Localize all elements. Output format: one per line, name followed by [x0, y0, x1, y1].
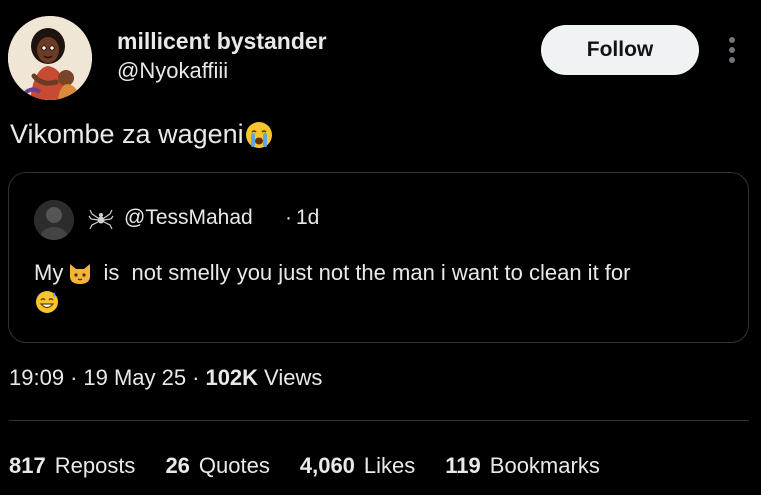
post-date[interactable]: 19 May 25: [83, 365, 186, 391]
grinning-face-with-sweat-icon: [36, 291, 58, 313]
views-label: Views: [264, 365, 323, 390]
quoted-post-card[interactable]: @TessMahad · 1d My is not smelly you jus…: [8, 172, 749, 343]
likes-stat[interactable]: 4,060 Likes: [300, 453, 415, 479]
quote-text-suffix: is not smelly you just not the man i wan…: [97, 260, 631, 285]
quote-author-handle[interactable]: @TessMahad: [124, 206, 253, 230]
bookmarks-stat[interactable]: 119 Bookmarks: [445, 453, 600, 479]
post-meta-row: 19:09 · 19 May 25 · 102K Views: [9, 365, 322, 391]
author-name[interactable]: millicent bystander: [117, 28, 327, 55]
post-time[interactable]: 19:09: [9, 365, 64, 391]
quote-text: My is not smelly you just not the man i …: [34, 257, 734, 315]
spider-icon: [88, 206, 114, 232]
quote-separator: ·: [285, 206, 292, 229]
cat-face-icon: [70, 264, 91, 284]
likes-label: Likes: [363, 453, 416, 478]
tweet-text: Vikombe za wageni: [10, 119, 244, 149]
reposts-stat[interactable]: 817 Reposts: [9, 453, 135, 479]
engagement-stats: 817 Reposts 26 Quotes 4,060 Likes 119 Bo…: [9, 453, 600, 479]
tweet-text-container: Vikombe za wageni: [10, 119, 274, 150]
illustrated-avatar-icon: [8, 16, 92, 100]
follow-button[interactable]: Follow: [541, 25, 699, 75]
quotes-count: 26: [165, 453, 190, 478]
quotes-label: Quotes: [198, 453, 270, 478]
quote-author-avatar[interactable]: [34, 200, 74, 240]
reposts-count: 817: [9, 453, 46, 478]
reposts-label: Reposts: [54, 453, 136, 478]
dark-avatar-icon: [34, 200, 74, 240]
bookmarks-label: Bookmarks: [489, 453, 600, 478]
likes-count: 4,060: [299, 453, 355, 478]
author-avatar[interactable]: [8, 16, 92, 100]
quote-text-prefix: My: [34, 260, 64, 285]
bookmarks-count: 119: [445, 453, 481, 478]
quotes-stat[interactable]: 26 Quotes: [165, 453, 269, 479]
quote-timestamp[interactable]: 1d: [296, 206, 319, 230]
loudly-crying-face-icon: [245, 121, 272, 148]
divider: [9, 420, 749, 421]
meta-separator: ·: [70, 365, 78, 390]
more-vertical-icon[interactable]: [722, 36, 742, 64]
meta-separator: ·: [192, 365, 200, 390]
author-handle[interactable]: @Nyokaffiii: [117, 58, 228, 84]
views-count: 102K: [205, 365, 259, 390]
